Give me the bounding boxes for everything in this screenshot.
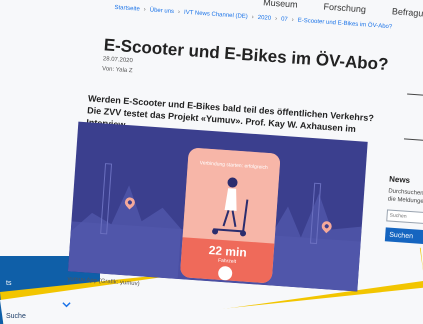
main-content: Museum Forschung Befragungen Startseite ›… <box>51 0 423 324</box>
breadcrumb-item-year[interactable]: 2020 <box>258 15 272 22</box>
breadcrumb-item-month[interactable]: 07 <box>281 17 288 23</box>
breadcrumb-separator: › <box>251 14 254 21</box>
news-sidebar: News Durchsuchen Sie die Meldungen Suche… <box>384 174 423 245</box>
search-link[interactable]: Suche <box>6 313 26 320</box>
article-illustration: Verbindung starten: erfolgreich 22 min F… <box>67 121 368 292</box>
breadcrumb-item-about[interactable]: Über uns <box>149 7 174 15</box>
nav-item-befragungen[interactable]: Befragungen <box>391 6 423 30</box>
page-title: E-Scooter und E-Bikes im ÖV-Abo? <box>103 35 390 75</box>
sidebar-title: News <box>388 174 411 185</box>
search-input[interactable] <box>386 209 423 225</box>
breadcrumb-separator: › <box>291 17 294 24</box>
article-author: Von: Yala Z <box>101 66 133 75</box>
image-caption: yumuv App (Grafik: yumuv) <box>67 276 140 288</box>
breadcrumb-separator: › <box>274 16 278 23</box>
breadcrumb-separator: › <box>177 9 181 16</box>
breadcrumb-item-channel[interactable]: IVT News Channel (DE) <box>184 10 248 20</box>
decorative-frame <box>403 93 423 143</box>
article-date: 28.07.2020 <box>102 56 133 65</box>
search-button[interactable]: Suchen <box>384 227 423 245</box>
footer-label-top: ts <box>6 280 12 287</box>
breadcrumb-separator: › <box>143 6 146 14</box>
phone-mockup: Verbindung starten: erfolgreich 22 min F… <box>179 147 281 284</box>
sidebar-description: Durchsuchen Sie die Meldungen <box>387 188 423 206</box>
breadcrumb-item-home[interactable]: Startseite <box>114 5 140 13</box>
page: ts Suche Museum Forschung Befragungen St… <box>0 0 423 324</box>
